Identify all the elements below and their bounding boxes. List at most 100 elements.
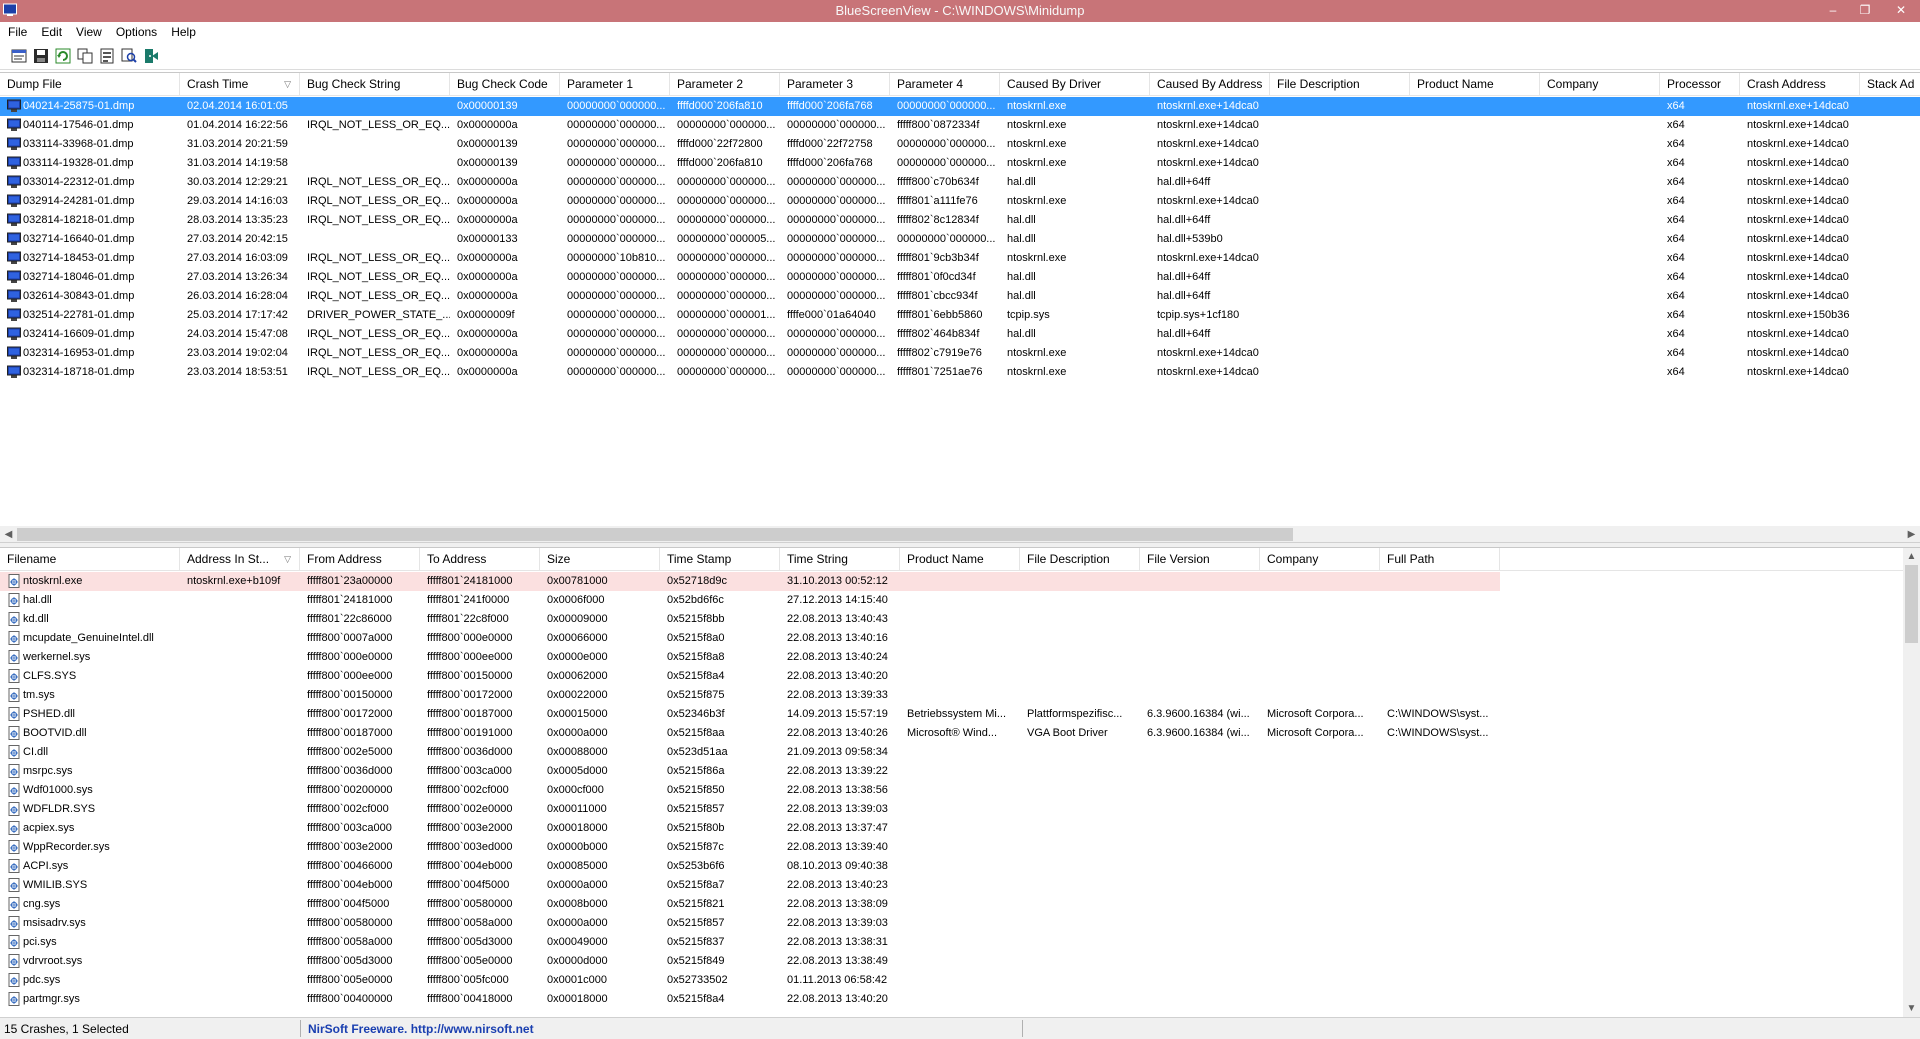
crash-list-cell: tcpip.sys+1cf180	[1157, 309, 1240, 321]
driver-list-vscroll-thumb[interactable]	[1905, 565, 1918, 643]
exit-icon[interactable]	[142, 47, 160, 65]
scroll-left-icon[interactable]: ◀	[0, 526, 17, 543]
driver-list-row[interactable]: tm.sys fffff800`00150000 fffff800`00172000…	[0, 686, 1920, 705]
driver-list-column-header[interactable]: Filename	[0, 548, 180, 570]
crash-list-column-header[interactable]: Caused By Address	[1150, 73, 1270, 95]
driver-list-row[interactable]: werkernel.sys fffff800`000e0000 fffff800`0…	[0, 648, 1920, 667]
driver-list-column-header[interactable]: Company	[1260, 548, 1380, 570]
crash-list-column-header[interactable]: Product Name	[1410, 73, 1540, 95]
minimize-button[interactable]: –	[1818, 0, 1848, 20]
save-icon[interactable]	[32, 47, 50, 65]
driver-list-column-header[interactable]: Product Name	[900, 548, 1020, 570]
driver-list-row[interactable]: CI.dll fffff800`002e5000 fffff800`0036d000…	[0, 743, 1920, 762]
driver-list-row[interactable]: ACPI.sys fffff800`00466000 fffff800`004eb0…	[0, 857, 1920, 876]
report-icon[interactable]	[98, 47, 116, 65]
refresh-icon[interactable]	[54, 47, 72, 65]
crash-list-row[interactable]: 032614-30843-01.dmp 26.03.2014 16:28:04 IR…	[0, 287, 1920, 306]
find-icon[interactable]	[120, 47, 138, 65]
close-button[interactable]: ✕	[1886, 0, 1916, 20]
crash-list-column-header[interactable]: File Description	[1270, 73, 1410, 95]
crash-list-row[interactable]: 032414-16609-01.dmp 24.03.2014 15:47:08 IR…	[0, 325, 1920, 344]
crash-list-row[interactable]: 032814-18218-01.dmp 28.03.2014 13:35:23 IR…	[0, 211, 1920, 230]
crash-list-row[interactable]: 032714-18453-01.dmp 27.03.2014 16:03:09 IR…	[0, 249, 1920, 268]
driver-list-row[interactable]: WppRecorder.sys fffff800`003e2000 fffff800…	[0, 838, 1920, 857]
properties-icon[interactable]	[10, 47, 28, 65]
driver-list-column-header[interactable]: Size	[540, 548, 660, 570]
copy-icon[interactable]	[76, 47, 94, 65]
crash-list-column-header[interactable]: Processor	[1660, 73, 1740, 95]
scroll-down-icon[interactable]: ▼	[1903, 1000, 1920, 1017]
crash-list-cell	[1410, 135, 1540, 154]
crash-list-row[interactable]: 032514-22781-01.dmp 25.03.2014 17:17:42 DR…	[0, 306, 1920, 325]
crash-list-column-header[interactable]: Dump File	[0, 73, 180, 95]
driver-list-column-header[interactable]: File Version	[1140, 548, 1260, 570]
driver-list-column-header[interactable]: Time String	[780, 548, 900, 570]
crash-list-column-header[interactable]: Company	[1540, 73, 1660, 95]
crash-list-column-header[interactable]: Stack Ad	[1860, 73, 1920, 95]
driver-list-row[interactable]: mcupdate_GenuineIntel.dll fffff800`0007a0…	[0, 629, 1920, 648]
nirsoft-link[interactable]: NirSoft Freeware. http://www.nirsoft.net	[308, 1022, 534, 1036]
menu-view[interactable]: View	[69, 22, 109, 39]
driver-list-header: Filename Address In St... ▽ From Address To …	[0, 548, 1920, 571]
driver-list-row[interactable]: msrpc.sys fffff800`0036d000 fffff800`003ca…	[0, 762, 1920, 781]
driver-list-column-header[interactable]: File Description	[1020, 548, 1140, 570]
driver-list-row[interactable]: partmgr.sys fffff800`00400000 fffff800`004…	[0, 990, 1920, 1009]
driver-list-row[interactable]: kd.dll fffff801`22c86000 fffff801`22c8f000…	[0, 610, 1920, 629]
driver-list-vscrollbar[interactable]: ▲ ▼	[1903, 548, 1920, 1017]
crash-list-row[interactable]: 033114-33968-01.dmp 31.03.2014 20:21:59 0x…	[0, 135, 1920, 154]
driver-list-row[interactable]: WDFLDR.SYS fffff800`002cf000 fffff800`002e…	[0, 800, 1920, 819]
scroll-up-icon[interactable]: ▲	[1903, 548, 1920, 565]
crash-list-column-header[interactable]: Parameter 2	[670, 73, 780, 95]
crash-list-cell: fffff800`c70b634f	[897, 176, 979, 188]
driver-list-column-header[interactable]: From Address	[300, 548, 420, 570]
crash-list-row[interactable]: 032314-16953-01.dmp 23.03.2014 19:02:04 IR…	[0, 344, 1920, 363]
crash-list-hscroll-thumb[interactable]	[17, 528, 1293, 541]
driver-list-row[interactable]: acpiex.sys fffff800`003ca000 fffff800`003e…	[0, 819, 1920, 838]
crash-list-row[interactable]: 032314-18718-01.dmp 23.03.2014 18:53:51 IR…	[0, 363, 1920, 382]
driver-list-cell: 0x5215f80b	[667, 822, 725, 834]
menu-edit[interactable]: Edit	[34, 22, 69, 39]
crash-list-row[interactable]: 033114-19328-01.dmp 31.03.2014 14:19:58 0x…	[0, 154, 1920, 173]
driver-list-column-header[interactable]: Address In St... ▽	[180, 548, 300, 570]
driver-list-row[interactable]: CLFS.SYS fffff800`000ee000 fffff800`001500…	[0, 667, 1920, 686]
menu-file[interactable]: File	[0, 22, 34, 39]
crash-list-hscrollbar[interactable]: ◀ ▶	[0, 526, 1920, 543]
crash-list-row[interactable]: 040114-17546-01.dmp 01.04.2014 16:22:56 IR…	[0, 116, 1920, 135]
driver-list-cell: fffff800`00580000	[427, 898, 513, 910]
driver-list-column-header[interactable]: Time Stamp	[660, 548, 780, 570]
crash-list-column-header[interactable]: Caused By Driver	[1000, 73, 1150, 95]
crash-list-row[interactable]: 033014-22312-01.dmp 30.03.2014 12:29:21 IR…	[0, 173, 1920, 192]
crash-list-column-header[interactable]: Bug Check Code	[450, 73, 560, 95]
crash-list-row[interactable]: 040214-25875-01.dmp 02.04.2014 16:01:05 0x…	[0, 97, 1920, 116]
maximize-button[interactable]: ❐	[1850, 0, 1880, 20]
driver-list-row[interactable]: BOOTVID.dll fffff800`00187000 fffff800`001…	[0, 724, 1920, 743]
driver-list-row[interactable]: cng.sys fffff800`004f5000 fffff800`0058000…	[0, 895, 1920, 914]
driver-list-row[interactable]: msisadrv.sys fffff800`00580000 fffff800`00…	[0, 914, 1920, 933]
crash-list-column-header[interactable]: Crash Time ▽	[180, 73, 300, 95]
driver-list-row[interactable]: vdrvroot.sys fffff800`005d3000 fffff800`00…	[0, 952, 1920, 971]
crash-list-row[interactable]: 032714-18046-01.dmp 27.03.2014 13:26:34 IR…	[0, 268, 1920, 287]
crash-list-column-header[interactable]: Parameter 4	[890, 73, 1000, 95]
driver-list-cell	[180, 610, 300, 629]
driver-list-row[interactable]: Wdf01000.sys fffff800`00200000 fffff800`00…	[0, 781, 1920, 800]
crash-list-column-header[interactable]: Parameter 1	[560, 73, 670, 95]
crash-list-row[interactable]: 032714-16640-01.dmp 27.03.2014 20:42:15 0x…	[0, 230, 1920, 249]
driver-list-row[interactable]: WMILIB.SYS fffff800`004eb000 fffff800`004f…	[0, 876, 1920, 895]
crash-list-column-header[interactable]: Bug Check String	[300, 73, 450, 95]
crash-list-column-header[interactable]: Crash Address	[1740, 73, 1860, 95]
crash-list-row[interactable]: 032914-24281-01.dmp 29.03.2014 14:16:03 IR…	[0, 192, 1920, 211]
driver-list-row[interactable]: pci.sys fffff800`0058a000 fffff800`005d300…	[0, 933, 1920, 952]
driver-list-row[interactable]: pdc.sys fffff800`005e0000 fffff800`005fc00…	[0, 971, 1920, 990]
menu-help[interactable]: Help	[164, 22, 203, 39]
crash-list-column-header[interactable]: Parameter 3	[780, 73, 890, 95]
driver-list-row[interactable]: PSHED.dll fffff800`00172000 fffff800`00187…	[0, 705, 1920, 724]
menu-options[interactable]: Options	[109, 22, 164, 39]
driver-list-row[interactable]: ntoskrnl.exe ntoskrnl.exe+b109f fffff801`2…	[0, 572, 1500, 591]
driver-list-column-header[interactable]: Full Path	[1380, 548, 1500, 570]
scroll-right-icon[interactable]: ▶	[1903, 526, 1920, 543]
crash-list-cell: fffff801`cbcc934f	[897, 290, 978, 302]
crash-list-cell: x64	[1667, 214, 1685, 226]
driver-list-row[interactable]: hal.dll fffff801`24181000 fffff801`241f000…	[0, 591, 1920, 610]
driver-list-column-header[interactable]: To Address	[420, 548, 540, 570]
crash-list-cell: 00000000`000000...	[787, 271, 886, 283]
